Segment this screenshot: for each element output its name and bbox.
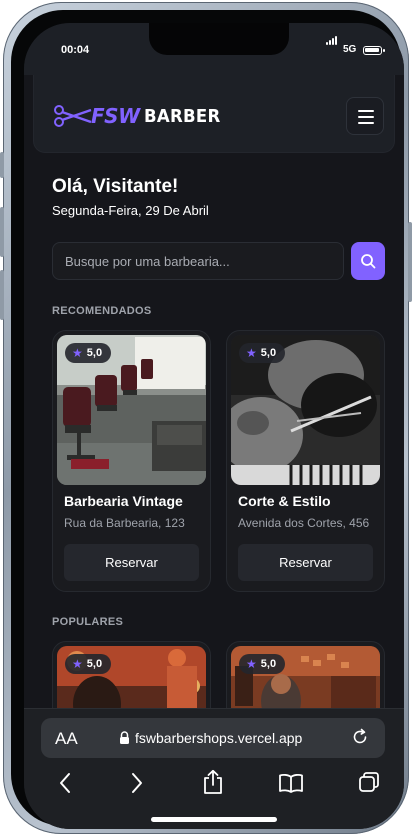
book-button[interactable]: Reservar xyxy=(64,544,199,581)
logo-brand: FSW xyxy=(91,104,140,128)
network-label: 5G xyxy=(343,44,357,55)
barbershop-card[interactable]: ★ 5,0 Corte & Estilo Avenida dos Cortes,… xyxy=(226,330,385,592)
barbershop-address: Avenida dos Cortes, 456 xyxy=(238,516,370,530)
lock-icon xyxy=(120,731,129,744)
bookmarks-icon[interactable] xyxy=(278,773,304,793)
logo-suffix: BARBER xyxy=(143,105,221,127)
star-icon: ★ xyxy=(246,346,257,360)
logo[interactable]: FSW BARBER xyxy=(53,104,227,128)
url-text: fswbarbershops.vercel.app xyxy=(135,730,303,746)
power-button xyxy=(408,222,412,302)
browser-toolbar: AA fswbarbershops.vercel.app xyxy=(24,708,404,829)
app-header: FSW BARBER xyxy=(33,75,395,153)
menu-icon xyxy=(358,110,374,112)
text-size-button[interactable]: AA xyxy=(55,729,78,749)
star-icon: ★ xyxy=(246,657,257,671)
barbershop-card[interactable]: ★ 5,0 Barbearia Vintage Rua da Barbearia… xyxy=(52,330,211,592)
star-icon: ★ xyxy=(72,657,83,671)
tabs-icon[interactable] xyxy=(358,771,380,793)
search-icon xyxy=(361,254,376,269)
reload-icon[interactable] xyxy=(351,728,369,746)
battery-icon xyxy=(363,46,385,55)
section-title-recommended: RECOMENDADOS xyxy=(52,305,152,317)
rating-badge: ★ 5,0 xyxy=(65,654,112,674)
rating-value: 5,0 xyxy=(86,347,103,359)
rating-badge: ★ 5,0 xyxy=(65,343,112,363)
volume-down-button xyxy=(0,270,4,320)
rating-value: 5,0 xyxy=(260,347,277,359)
rating-badge: ★ 5,0 xyxy=(239,654,286,674)
forward-icon[interactable] xyxy=(130,772,144,794)
barbershop-image: ★ 5,0 xyxy=(231,335,380,485)
back-icon[interactable] xyxy=(58,772,72,794)
scissors-icon xyxy=(54,105,92,127)
rating-value: 5,0 xyxy=(86,658,103,670)
barbershop-name: Barbearia Vintage xyxy=(64,493,183,509)
address-bar[interactable]: AA fswbarbershops.vercel.app xyxy=(41,718,385,758)
phone-frame: 00:04 5G FSW BARBER Olá, Visitante! Segu… xyxy=(0,2,412,834)
barbershop-image: ★ 5,0 xyxy=(57,335,206,485)
rating-badge: ★ 5,0 xyxy=(239,343,286,363)
greeting-title: Olá, Visitante! xyxy=(52,176,179,197)
book-button[interactable]: Reservar xyxy=(238,544,373,581)
barbershop-address: Rua da Barbearia, 123 xyxy=(64,516,185,530)
search-input[interactable] xyxy=(52,242,344,280)
rating-value: 5,0 xyxy=(260,658,277,670)
menu-button[interactable] xyxy=(346,97,384,135)
mute-switch xyxy=(0,152,4,178)
home-indicator xyxy=(151,817,277,822)
bezel: 00:04 5G FSW BARBER Olá, Visitante! Segu… xyxy=(11,10,404,829)
star-icon: ★ xyxy=(72,346,83,360)
barbershop-name: Corte & Estilo xyxy=(238,493,331,509)
greeting-date: Segunda-Feira, 29 De Abril xyxy=(52,203,209,218)
status-time: 00:04 xyxy=(61,44,90,56)
screen: 00:04 5G FSW BARBER Olá, Visitante! Segu… xyxy=(24,23,404,829)
status-bar: 00:04 5G xyxy=(24,23,404,75)
search-button[interactable] xyxy=(351,242,385,280)
section-title-popular: POPULARES xyxy=(52,616,124,628)
share-icon[interactable] xyxy=(202,769,224,795)
volume-up-button xyxy=(0,207,4,257)
notch xyxy=(149,23,289,55)
